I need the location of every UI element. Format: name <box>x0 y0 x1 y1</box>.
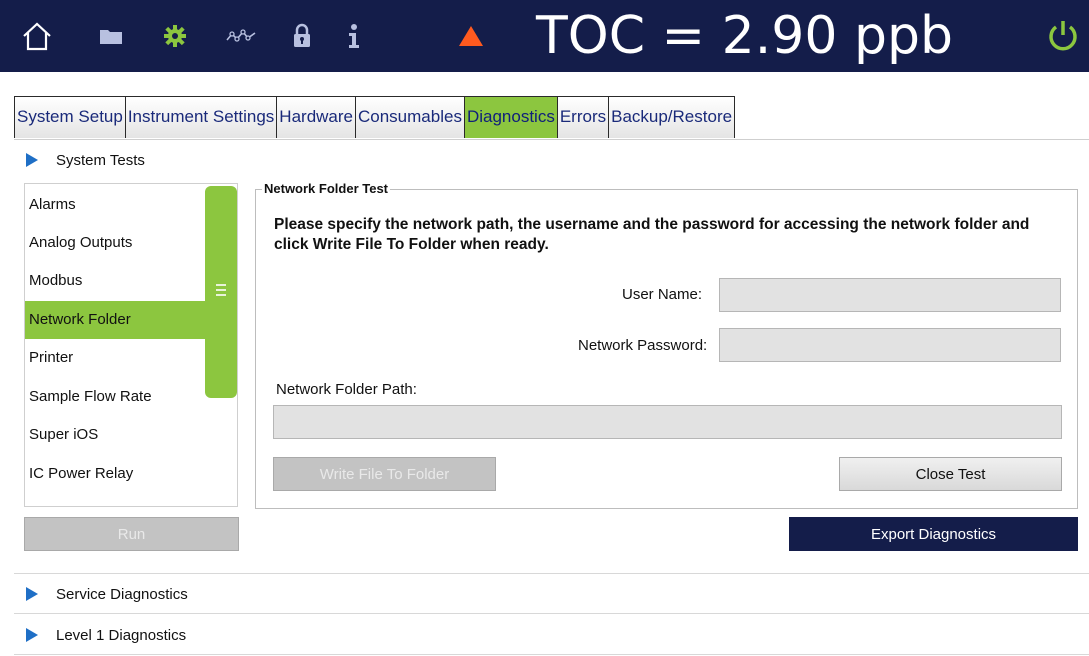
home-icon[interactable] <box>20 20 54 52</box>
write-file-to-folder-button[interactable]: Write File To Folder <box>273 457 496 491</box>
section-system-tests[interactable]: System Tests <box>14 141 1089 179</box>
network-folder-path-label: Network Folder Path: <box>276 381 417 398</box>
expand-arrow-icon <box>26 628 38 642</box>
list-item-printer[interactable]: Printer <box>25 339 205 377</box>
list-item-modbus[interactable]: Modbus <box>25 262 205 300</box>
scroll-grip-icon <box>216 284 226 299</box>
close-test-button[interactable]: Close Test <box>839 457 1062 491</box>
test-list: Alarms Analog Outputs Modbus Network Fol… <box>24 183 238 507</box>
run-button[interactable]: Run <box>24 517 239 551</box>
lock-icon[interactable] <box>290 20 314 52</box>
section-title: System Tests <box>56 151 145 169</box>
trend-icon[interactable] <box>224 20 258 52</box>
tab-diagnostics[interactable]: Diagnostics <box>463 96 558 138</box>
info-icon[interactable] <box>344 20 364 52</box>
tab-instrument-settings[interactable]: Instrument Settings <box>124 96 278 138</box>
section-service-diagnostics[interactable]: Service Diagnostics <box>14 575 1089 613</box>
list-item-super-ios[interactable]: Super iOS <box>25 416 205 454</box>
toc-reading: TOC = 2.90 ppb <box>536 6 953 66</box>
gear-icon[interactable] <box>160 20 190 52</box>
settings-tab-bar: System Setup Instrument Settings Hardwar… <box>14 96 736 140</box>
list-item-ic-power-relay[interactable]: IC Power Relay <box>25 455 205 493</box>
tab-consumables[interactable]: Consumables <box>355 96 465 138</box>
section-level1-diagnostics[interactable]: Level 1 Diagnostics <box>14 616 1089 654</box>
list-item-sample-flow-rate[interactable]: Sample Flow Rate <box>25 378 205 416</box>
network-folder-path-input[interactable] <box>273 405 1062 439</box>
network-password-label: Network Password: <box>578 337 708 354</box>
section-divider <box>14 613 1089 614</box>
instructions-text: Please specify the network path, the use… <box>274 216 1030 253</box>
expand-arrow-icon <box>26 587 38 601</box>
network-password-input[interactable] <box>719 328 1061 362</box>
export-diagnostics-button[interactable]: Export Diagnostics <box>789 517 1078 551</box>
tab-backup-restore[interactable]: Backup/Restore <box>608 96 736 138</box>
alert-icon[interactable] <box>456 20 486 52</box>
section-divider <box>14 573 1089 574</box>
top-status-bar: TOC = 2.90 ppb <box>0 0 1089 72</box>
list-item-alarms[interactable]: Alarms <box>25 186 205 224</box>
panel-title: Network Folder Test <box>262 181 391 196</box>
list-scrollbar[interactable] <box>205 186 237 398</box>
tab-errors[interactable]: Errors <box>556 96 610 138</box>
section-divider <box>14 654 1089 655</box>
list-item-analog-outputs[interactable]: Analog Outputs <box>25 224 205 262</box>
folder-icon[interactable] <box>96 20 126 52</box>
section-title: Service Diagnostics <box>56 585 188 603</box>
section-title: Level 1 Diagnostics <box>56 626 187 644</box>
expand-arrow-icon <box>26 153 38 167</box>
tab-system-setup[interactable]: System Setup <box>14 96 126 138</box>
tab-hardware[interactable]: Hardware <box>276 96 356 138</box>
tab-divider <box>14 139 1089 140</box>
power-icon[interactable] <box>1045 16 1081 56</box>
user-name-label: User Name: <box>622 286 703 303</box>
user-name-input[interactable] <box>719 278 1061 312</box>
